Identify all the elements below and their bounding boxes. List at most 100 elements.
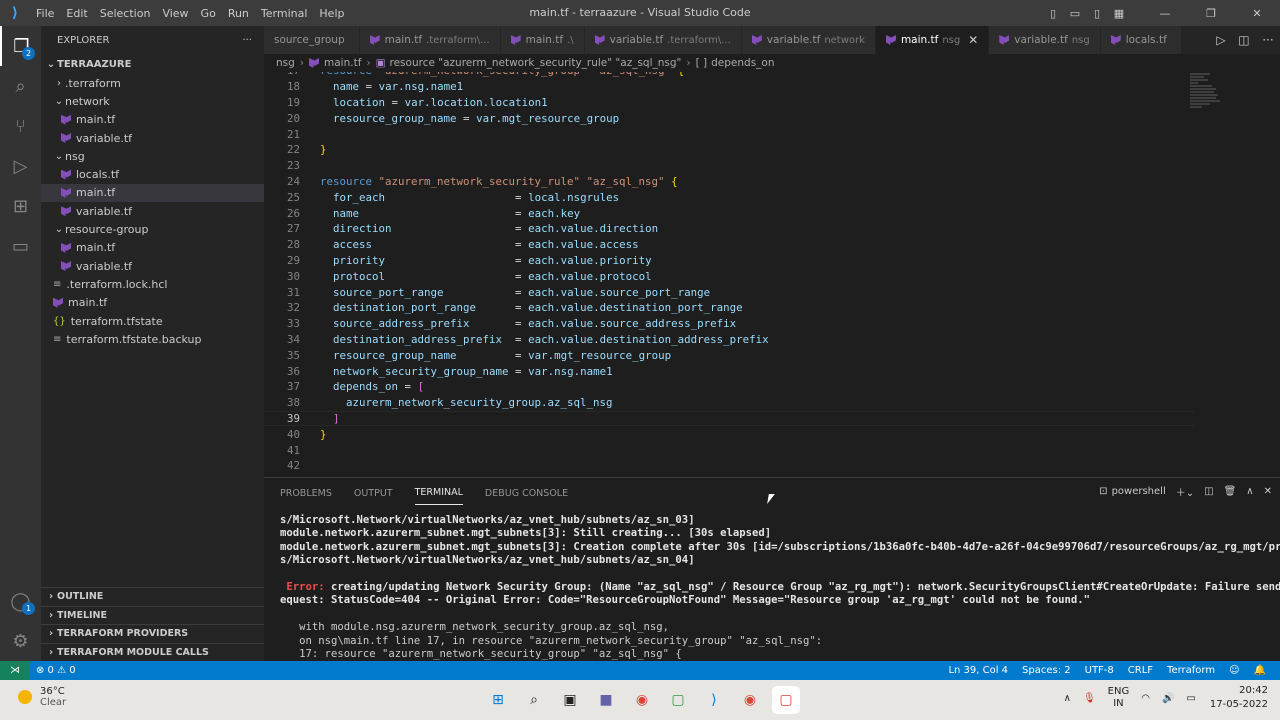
editor-tab[interactable]: variable.tf .terraform\...: [584, 26, 742, 54]
tree-item[interactable]: ⌄ resource-group: [41, 220, 264, 238]
editor-tab[interactable]: variable.tf nsg: [989, 26, 1101, 54]
remote-explorer-icon[interactable]: ▭: [0, 226, 41, 266]
weather-widget[interactable]: 36°C Clear: [18, 686, 66, 708]
maximize-panel-icon[interactable]: ∧: [1246, 486, 1253, 497]
problems-status[interactable]: ⊗ 0 ⚠ 0: [36, 665, 76, 676]
editor-tab[interactable]: variable.tf network: [741, 26, 876, 54]
remote-indicator-icon[interactable]: ⋊: [0, 661, 30, 680]
breadcrumb-resource[interactable]: resource "azurerm_network_security_rule"…: [390, 57, 682, 69]
tree-item[interactable]: ⌄ network: [41, 92, 264, 110]
cursor-position[interactable]: Ln 39, Col 4: [948, 665, 1008, 676]
editor-tab[interactable]: main.tf .\: [500, 26, 585, 54]
sidebar-section[interactable]: › TERRAFORM PROVIDERS: [41, 624, 264, 643]
explorer-icon[interactable]: ❐ 2: [0, 26, 41, 66]
settings-gear-icon[interactable]: ⚙: [0, 621, 41, 661]
panel-tab-output[interactable]: OUTPUT: [354, 482, 393, 505]
notifications-bell-icon[interactable]: 🔔: [1254, 665, 1266, 676]
line-number: 26: [286, 206, 300, 220]
close-panel-icon[interactable]: ✕: [1264, 486, 1272, 497]
extensions-icon[interactable]: ⊞: [0, 186, 41, 226]
tree-item[interactable]: variable.tf: [41, 129, 264, 147]
language-indicator[interactable]: ENG IN: [1108, 686, 1130, 710]
breadcrumb-symbol[interactable]: depends_on: [711, 57, 774, 69]
battery-icon[interactable]: ▭: [1186, 693, 1195, 704]
code-editor[interactable]: 17 resource "azurerm_network_security_gro…: [264, 72, 1280, 477]
source-control-icon[interactable]: ⑂: [0, 106, 41, 146]
toggle-panel-icon[interactable]: ▭: [1064, 7, 1086, 20]
split-editor-icon[interactable]: ◫: [1238, 33, 1249, 47]
feedback-icon[interactable]: ☺: [1229, 665, 1239, 676]
menu-item-help[interactable]: Help: [313, 7, 350, 20]
tree-item[interactable]: ⌄ nsg: [41, 147, 264, 165]
wifi-icon[interactable]: ◠: [1141, 693, 1150, 704]
sidebar-section[interactable]: › TERRAFORM MODULE CALLS: [41, 642, 264, 662]
vscode-taskbar-icon[interactable]: ⟩: [700, 686, 728, 714]
end-of-line[interactable]: CRLF: [1128, 665, 1153, 676]
new-terminal-icon[interactable]: ＋⌄: [1176, 484, 1194, 499]
tree-item[interactable]: locals.tf: [41, 165, 264, 183]
search-icon[interactable]: ⌕: [520, 686, 548, 714]
chevron-up-icon[interactable]: ∧: [1064, 693, 1071, 704]
editor-tab[interactable]: source_group: [264, 26, 360, 54]
tree-item[interactable]: ≡ .terraform.lock.hcl: [41, 275, 264, 293]
run-debug-icon[interactable]: ▷: [0, 146, 41, 186]
language-mode[interactable]: Terraform: [1167, 665, 1215, 676]
tree-item[interactable]: main.tf: [41, 239, 264, 257]
sidebar-section[interactable]: › OUTLINE: [41, 587, 264, 606]
tree-item[interactable]: variable.tf: [41, 257, 264, 275]
breadcrumb-folder[interactable]: nsg: [276, 57, 295, 69]
tree-item[interactable]: › .terraform: [41, 74, 264, 92]
maximize-button[interactable]: ❐: [1188, 7, 1234, 20]
tree-item[interactable]: {} terraform.tfstate: [41, 312, 264, 330]
tree-item[interactable]: ≡ terraform.tfstate.backup: [41, 330, 264, 348]
encoding[interactable]: UTF-8: [1085, 665, 1114, 676]
clock[interactable]: 20:42 17-05-2022: [1210, 684, 1268, 712]
editor-tab[interactable]: locals.tf: [1100, 26, 1182, 54]
task-view-icon[interactable]: ▣: [556, 686, 584, 714]
tree-item[interactable]: main.tf: [41, 183, 264, 203]
menu-item-terminal[interactable]: Terminal: [255, 7, 314, 20]
menu-item-run[interactable]: Run: [222, 7, 255, 20]
panel-tab-debug-console[interactable]: DEBUG CONSOLE: [485, 482, 568, 505]
toggle-secondary-sidebar-icon[interactable]: ▯: [1086, 7, 1108, 20]
accounts-icon[interactable]: ◯ 1: [0, 581, 41, 621]
menu-item-selection[interactable]: Selection: [94, 7, 157, 20]
teams-chat-icon[interactable]: ■: [592, 686, 620, 714]
sidebar-section[interactable]: › TIMELINE: [41, 605, 264, 625]
workspace-root[interactable]: ⌄ TERRAAZURE: [41, 54, 264, 74]
customize-layout-icon[interactable]: ▦: [1108, 7, 1130, 20]
editor-tab[interactable]: main.tf nsg ✕: [875, 26, 990, 54]
camtasia-icon[interactable]: ▢: [664, 686, 692, 714]
menu-item-go[interactable]: Go: [195, 7, 222, 20]
tree-item[interactable]: variable.tf: [41, 202, 264, 220]
tree-item[interactable]: main.tf: [41, 111, 264, 129]
menu-item-file[interactable]: File: [30, 7, 60, 20]
windows-start-icon[interactable]: ⊞: [484, 686, 512, 714]
editor-tab[interactable]: main.tf .terraform\...: [359, 26, 501, 54]
panel-tab-terminal[interactable]: TERMINAL: [414, 481, 463, 505]
run-icon[interactable]: ▷: [1216, 33, 1225, 47]
close-tab-icon[interactable]: ✕: [968, 33, 978, 47]
minimap[interactable]: [1190, 72, 1220, 132]
more-actions-icon[interactable]: ···: [1262, 33, 1273, 47]
breadcrumb-file[interactable]: main.tf: [324, 57, 361, 69]
chrome-profile-icon[interactable]: ◉: [736, 686, 764, 714]
tree-item[interactable]: main.tf: [41, 294, 264, 312]
kill-terminal-icon[interactable]: 🗑: [1224, 486, 1237, 497]
split-terminal-icon[interactable]: ◫: [1204, 486, 1213, 497]
close-window-button[interactable]: ✕: [1234, 7, 1280, 20]
microphone-icon[interactable]: 🎙: [1083, 693, 1096, 704]
shell-name[interactable]: powershell: [1112, 486, 1166, 497]
menu-item-view[interactable]: View: [156, 7, 194, 20]
minimize-button[interactable]: —: [1142, 7, 1188, 20]
more-actions-icon[interactable]: ···: [242, 35, 252, 46]
terminal-output[interactable]: s/Microsoft.Network/virtualNetworks/az_v…: [280, 514, 1280, 661]
panel-tab-problems[interactable]: PROBLEMS: [280, 482, 332, 505]
menu-item-edit[interactable]: Edit: [60, 7, 93, 20]
chrome-icon[interactable]: ◉: [628, 686, 656, 714]
search-icon[interactable]: ⌕: [0, 66, 41, 106]
indentation[interactable]: Spaces: 2: [1022, 665, 1071, 676]
volume-icon[interactable]: 🔊: [1162, 693, 1174, 704]
recorder-icon[interactable]: ▢: [772, 686, 800, 714]
toggle-primary-sidebar-icon[interactable]: ▯: [1042, 7, 1064, 20]
